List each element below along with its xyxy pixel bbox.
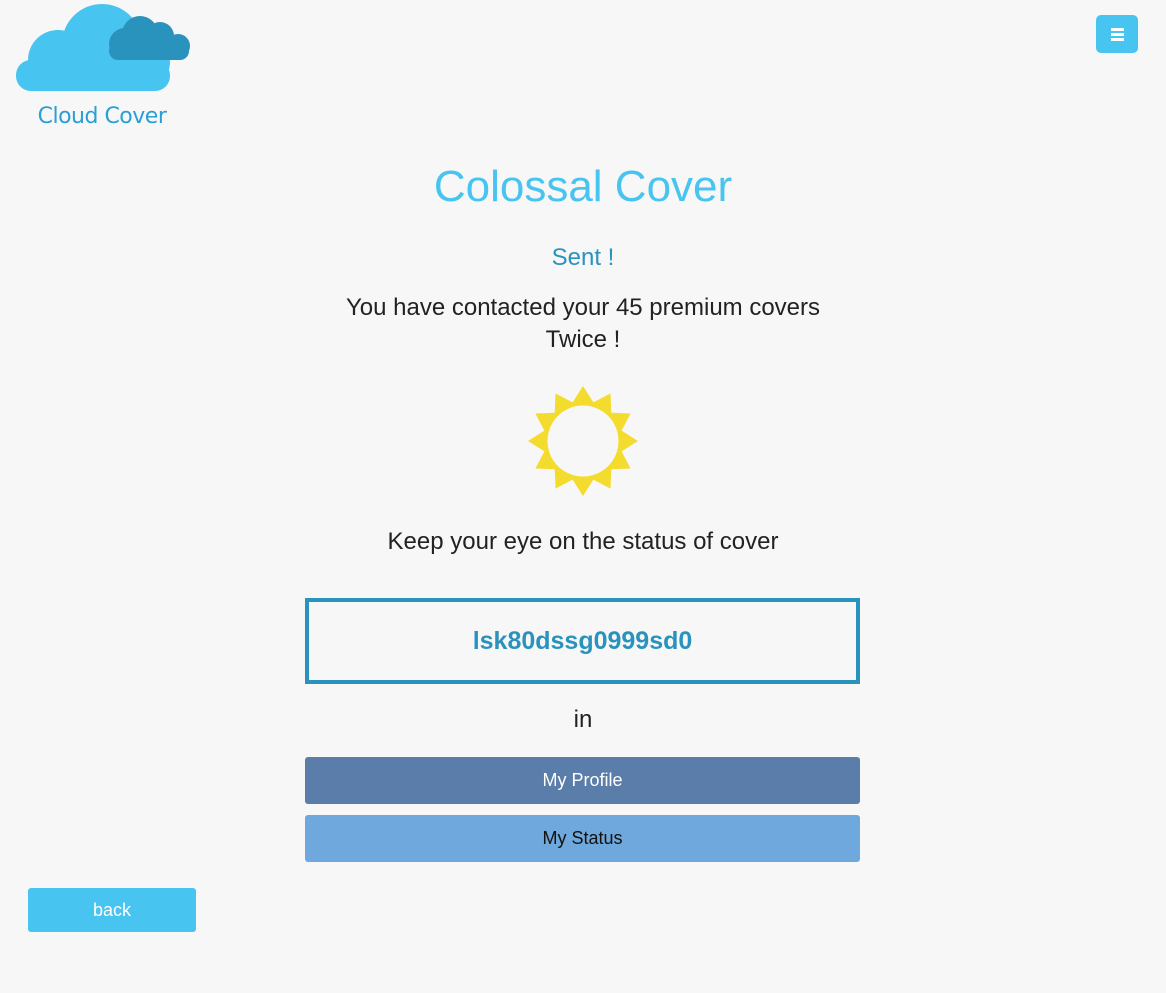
keep-eye-text: Keep your eye on the status of cover bbox=[387, 528, 779, 555]
logo[interactable]: Cloud Cover bbox=[14, 2, 194, 132]
back-button[interactable]: back bbox=[28, 888, 196, 932]
my-status-button[interactable]: My Status bbox=[305, 815, 860, 862]
menu-button[interactable] bbox=[1096, 15, 1138, 53]
my-profile-button[interactable]: My Profile bbox=[305, 757, 860, 804]
cover-code-box: lsk80dssg0999sd0 bbox=[305, 598, 860, 684]
page-title: Colossal Cover bbox=[433, 162, 733, 211]
status-heading: Sent ! bbox=[551, 244, 615, 271]
logo-text: Cloud Cover bbox=[37, 104, 167, 129]
sun-icon bbox=[528, 385, 638, 502]
cloud-logo-icon bbox=[16, 4, 190, 91]
message-line-2: Twice ! bbox=[545, 326, 621, 353]
contact-message: You have contacted your 45 premium cover… bbox=[0, 292, 1166, 356]
message-line-1: You have contacted your 45 premium cover… bbox=[345, 294, 821, 321]
page: Cloud Cover Colossal Cover Sent ! You ha… bbox=[0, 0, 1166, 993]
in-text: in bbox=[573, 706, 593, 733]
cover-code: lsk80dssg0999sd0 bbox=[472, 626, 693, 655]
